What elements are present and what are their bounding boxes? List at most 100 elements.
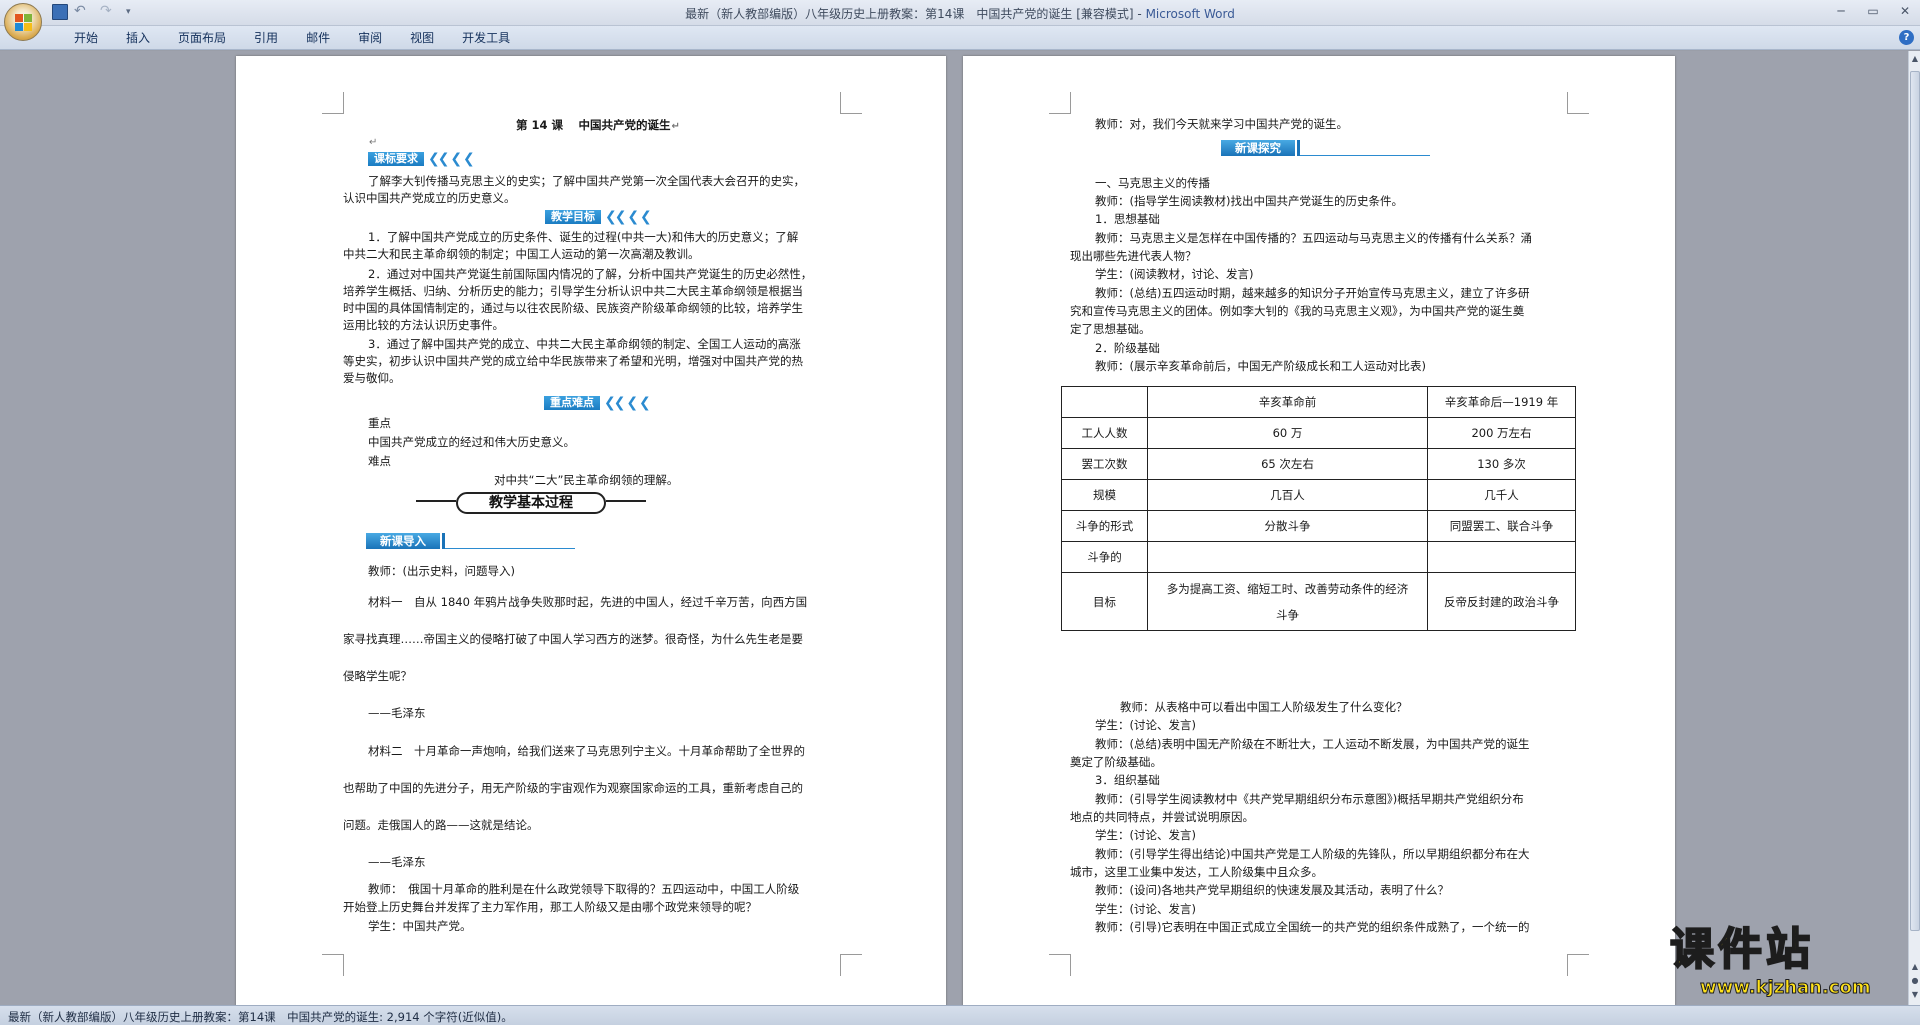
table-row: 工人人数 60 万 200 万左右 [1061,417,1576,449]
table-row: 斗争的 [1061,541,1576,573]
banner-label: 课标要求 [368,151,424,166]
text-line: 2．阶级基础 [1095,341,1160,355]
text-line: 等史实，初步认识中国共产党的成立给中华民族带来了希望和光明，增强对中国共产党的热 [343,354,803,368]
table-cell: 反帝反封建的政治斗争 [1427,572,1576,631]
ribbon-tabs: 开始 插入 页面布局 引用 邮件 审阅 视图 开发工具 [60,30,524,46]
section-banner-xkdr: 新课导入 [366,531,575,549]
ribbon-tab[interactable]: 开始 [60,30,112,46]
table-cell [1427,541,1576,573]
table-cell [1061,386,1148,418]
text-line: 学生：(讨论、发言) [1095,828,1196,842]
crop-mark [1567,954,1589,976]
text-line: 侵略学生呢？ [343,669,412,683]
close-icon[interactable]: ✕ [1894,2,1916,20]
text-line: 一、马克思主义的传播 [1095,176,1210,190]
text-line: 教师：(指导学生阅读教材)找出中国共产党诞生的历史条件。 [1095,194,1403,208]
blank-line: ↵ [368,133,377,151]
app-name: Microsoft Word [1145,7,1235,21]
text-line: 中国共产党成立的经过和伟大历史意义。 [368,435,575,449]
text-line: 教师：(引导学生得出结论)中国共产党是工人阶级的先锋队，所以早期组织都分布在大 [1095,847,1530,861]
ribbon-tab[interactable]: 审阅 [344,30,396,46]
text-line: 教师：(引导学生阅读教材中《共产党早期组织分布示意图》)概括早期共产党组织分布 [1095,792,1524,806]
text-line: 认识中国共产党成立的历史意义。 [343,191,516,205]
process-title: 教学基本过程 [456,492,606,514]
text-line: 1．了解中国共产党成立的历史条件、诞生的过程(中共一大)和伟大的历史意义；了解 [368,230,799,244]
text-line: 开始登上历史舞台并发挥了主力军作用，那工人阶级又是由哪个政党来领导的呢？ [343,900,757,914]
text-line: 学生：(讨论、发言) [1095,718,1196,732]
maximize-icon[interactable]: ▭ [1862,2,1884,20]
page-2[interactable]: 教师：对，我们今天就来学习中国共产党的诞生。 新课探究 一、马克思主义的传播 教… [963,56,1675,1005]
ribbon-tab[interactable]: 插入 [112,30,164,46]
text-line: 运用比较的方法认识历史事件。 [343,318,504,332]
ribbon-tab[interactable]: 引用 [240,30,292,46]
ornament-line [606,500,646,502]
site-watermark: 课件站 www.kjzhan.com [1669,924,1910,1005]
minimize-icon[interactable]: ─ [1830,2,1852,20]
browse-object-icon[interactable]: ● [1910,975,1920,987]
page-1[interactable]: 第 14 课 中国共产党的诞生↵ ↵ 课标要求 ❮❮ ❮ ❮ 了解李大钊传播马克… [236,56,946,1005]
vertical-scrollbar[interactable]: ▲ ▲ ● ▼ [1908,51,1920,1005]
title-bar: ↶ ↷ ▾ 最新（新人教部编版）八年级历史上册教案：第14课 中国共产党的诞生 … [0,0,1920,26]
banner-rule [445,548,575,549]
paragraph-mark: ↵ [671,121,680,132]
table-cell: 分散斗争 [1147,510,1428,542]
help-icon[interactable]: ? [1899,30,1914,45]
text-line: 学生：(讨论、发言) [1095,902,1196,916]
text-line: 学生：中国共产党。 [368,919,472,933]
text-line: 1．思想基础 [1095,212,1160,226]
text-line: 重点 [368,416,391,430]
table-row: 斗争的形式 分散斗争 同盟罢工、联合斗争 [1061,510,1576,542]
table-cell: 几百人 [1147,479,1428,511]
banner-label: 新课导入 [366,533,440,549]
text-line: 了解李大钊传播马克思主义的史实；了解中国共产党第一次全国代表大会召开的史实， [368,174,805,188]
text-line: 材料一 自从 1840 年鸦片战争失败那时起，先进的中国人，经过千辛万苦，向西方… [368,595,808,609]
ribbon-tab[interactable]: 邮件 [292,30,344,46]
text-line: 定了思想基础。 [1070,322,1151,336]
text-line: ——毛泽东 [368,706,426,720]
document-area[interactable]: 第 14 课 中国共产党的诞生↵ ↵ 课标要求 ❮❮ ❮ ❮ 了解李大钊传播马克… [0,51,1908,1005]
ribbon-tab[interactable]: 开发工具 [448,30,524,46]
chevrons-icon: ❮❮ ❮ ❮ [604,394,651,411]
crop-mark [840,954,862,976]
table-cell: 斗争的形式 [1061,510,1148,542]
text-line: 问题。走俄国人的路——这就是结论。 [343,818,539,832]
ornament-line [416,500,456,502]
table-cell: 60 万 [1147,417,1428,449]
document-title: 最新（新人教部编版）八年级历史上册教案：第14课 中国共产党的诞生 [兼容模式] [685,7,1134,21]
chevrons-icon: ❮❮ ❮ ❮ [428,150,475,167]
table-cell: 工人人数 [1061,417,1148,449]
text-line: 2．通过对中国共产党诞生前国际国内情况的了解，分析中国共产党诞生的历史必然性， [368,267,813,281]
table-row: 辛亥革命前 辛亥革命后—1919 年 [1061,386,1576,418]
text-line: 时中国的具体国情制定的，通过与以往农民阶级、民族资产阶级革命纲领的比较，培养学生 [343,301,803,315]
banner-bar [1297,140,1300,156]
ribbon-tab[interactable]: 页面布局 [164,30,240,46]
scroll-thumb[interactable] [1910,71,1920,931]
previous-page-icon[interactable]: ▲ [1910,961,1920,973]
table-row: 目标 多为提高工资、缩短工时、改善劳动条件的经济 斗争 反帝反封建的政治斗争 [1061,572,1576,631]
text-line: 家寻找真理……帝国主义的侵略打破了中国人学习西方的迷梦。很奇怪，为什么先生老是要 [343,632,803,646]
next-page-icon[interactable]: ▼ [1910,989,1920,1001]
comparison-table: 辛亥革命前 辛亥革命后—1919 年工人人数 60 万 200 万左右 罢工次数 65 次… [1061,386,1576,631]
text-line: 教师：(总结)表明中国无产阶级在不断壮大，工人运动不断发展，为中国共产党的诞生 [1095,737,1530,751]
window-title: 最新（新人教部编版）八年级历史上册教案：第14课 中国共产党的诞生 [兼容模式]… [0,5,1920,22]
office-button[interactable] [4,3,42,41]
text-line: 教师：马克思主义是怎样在中国传播的？五四运动与马克思主义的传播有什么关系？涌 [1095,231,1532,245]
text-line: 3．组织基础 [1095,773,1160,787]
watermark-url: www.kjzhan.com [1700,977,1872,999]
table-cell: 几千人 [1427,479,1576,511]
process-title-ornament: 教学基本过程 [416,488,646,518]
banner-label: 教学目标 [545,209,601,224]
lesson-title: 第 14 课 中国共产党的诞生↵ [516,118,680,132]
crop-mark [1567,92,1589,114]
text-line: 3．通过了解中国共产党的成立、中共二大民主革命纲领的制定、全国工人运动的高涨 [368,337,801,351]
text-line: 学生：(阅读教材，讨论、发言) [1095,267,1254,281]
scroll-up-icon[interactable]: ▲ [1910,53,1920,65]
table-cell: 斗争的 [1061,541,1148,573]
table-cell: 多为提高工资、缩短工时、改善劳动条件的经济 斗争 [1147,572,1428,631]
section-banner-xktj: 新课探究 [1221,138,1430,156]
title-separator: - [1133,7,1146,21]
ribbon-tab[interactable]: 视图 [396,30,448,46]
banner-rule [1300,155,1430,156]
section-banner-jxmb: 教学目标 ❮❮ ❮ ❮ [545,209,652,225]
text-line: 城市，这里工业集中发达，工人阶级集中且众多。 [1070,865,1323,879]
